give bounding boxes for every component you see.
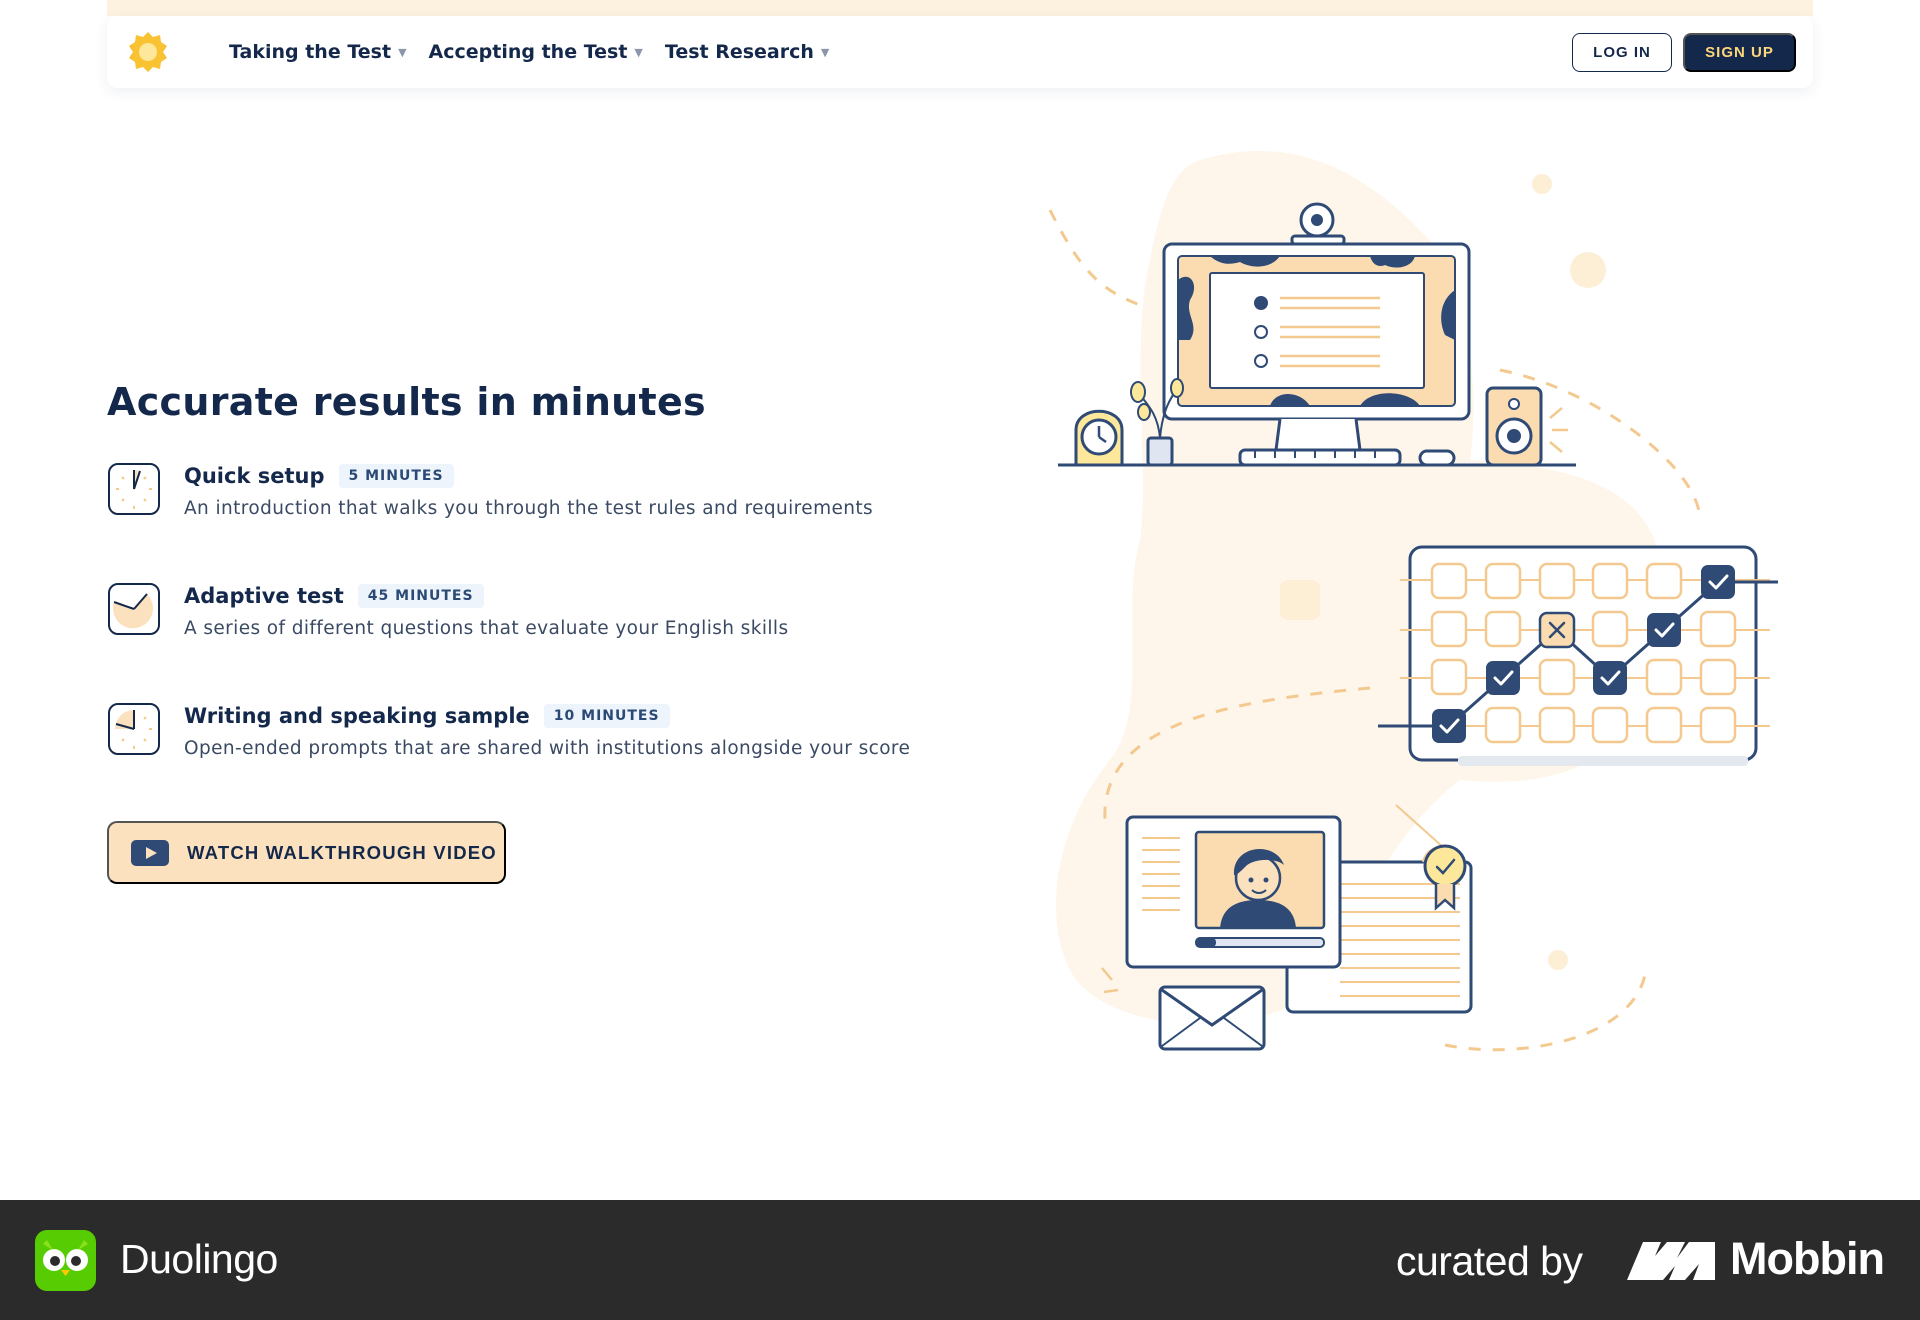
nav-menu: Taking the Test ▼ Accepting the Test ▼ T… bbox=[229, 16, 829, 88]
mobbin-logo-icon bbox=[1627, 1242, 1715, 1280]
test-process-illustration bbox=[1048, 150, 1778, 1052]
feature-writing-speaking-sample: Writing and speaking sample 10 MINUTES O… bbox=[107, 702, 1007, 762]
chevron-down-icon: ▼ bbox=[634, 45, 643, 59]
feature-header: Adaptive test 45 MINUTES bbox=[184, 584, 484, 608]
watch-video-button[interactable]: WATCH WALKTHROUGH VIDEO bbox=[107, 821, 506, 884]
feature-description: An introduction that walks you through t… bbox=[184, 498, 874, 519]
play-video-icon bbox=[131, 839, 169, 866]
duration-badge: 45 MINUTES bbox=[357, 584, 484, 608]
clock-icon bbox=[108, 583, 160, 635]
nav-item-test-research[interactable]: Test Research ▼ bbox=[665, 41, 830, 63]
feature-description: A series of different questions that eva… bbox=[184, 618, 789, 639]
clock-icon bbox=[108, 703, 160, 755]
chevron-down-icon: ▼ bbox=[820, 45, 830, 59]
feature-title: Adaptive test bbox=[184, 584, 344, 608]
duration-badge: 5 MINUTES bbox=[338, 464, 454, 488]
feature-description: Open-ended prompts that are shared with … bbox=[184, 738, 911, 759]
feature-header: Writing and speaking sample 10 MINUTES bbox=[184, 704, 670, 728]
top-banner-strip bbox=[107, 0, 1813, 16]
nav-item-label: Taking the Test bbox=[229, 41, 392, 63]
duration-badge: 10 MINUTES bbox=[543, 704, 670, 728]
duolingo-owl-icon bbox=[35, 1230, 96, 1291]
footer-app-name: Duolingo bbox=[120, 1236, 278, 1282]
feature-title: Quick setup bbox=[184, 464, 325, 488]
feature-title: Writing and speaking sample bbox=[184, 704, 530, 728]
watch-video-label: WATCH WALKTHROUGH VIDEO bbox=[187, 841, 497, 863]
logo-icon[interactable] bbox=[125, 29, 171, 75]
clock-icon bbox=[108, 463, 160, 515]
feature-header: Quick setup 5 MINUTES bbox=[184, 464, 454, 488]
nav-item-accepting-the-test[interactable]: Accepting the Test ▼ bbox=[429, 41, 643, 63]
nav-item-label: Test Research bbox=[664, 41, 814, 63]
signup-button[interactable]: SIGN UP bbox=[1683, 33, 1796, 72]
login-button[interactable]: LOG IN bbox=[1572, 33, 1672, 72]
nav-item-taking-the-test[interactable]: Taking the Test ▼ bbox=[229, 41, 407, 63]
top-navigation: Taking the Test ▼ Accepting the Test ▼ T… bbox=[107, 16, 1813, 88]
nav-item-label: Accepting the Test bbox=[428, 41, 628, 63]
page-title: Accurate results in minutes bbox=[107, 380, 706, 424]
footer-bar: Duolingo curated by Mobbin bbox=[0, 1200, 1920, 1320]
feature-quick-setup: Quick setup 5 MINUTES An introduction th… bbox=[107, 462, 1007, 522]
feature-adaptive-test: Adaptive test 45 MINUTES A series of dif… bbox=[107, 582, 1007, 642]
footer-brand-name: Mobbin bbox=[1730, 1233, 1885, 1284]
footer-curated-label: curated by bbox=[1396, 1238, 1583, 1284]
chevron-down-icon: ▼ bbox=[398, 45, 407, 59]
